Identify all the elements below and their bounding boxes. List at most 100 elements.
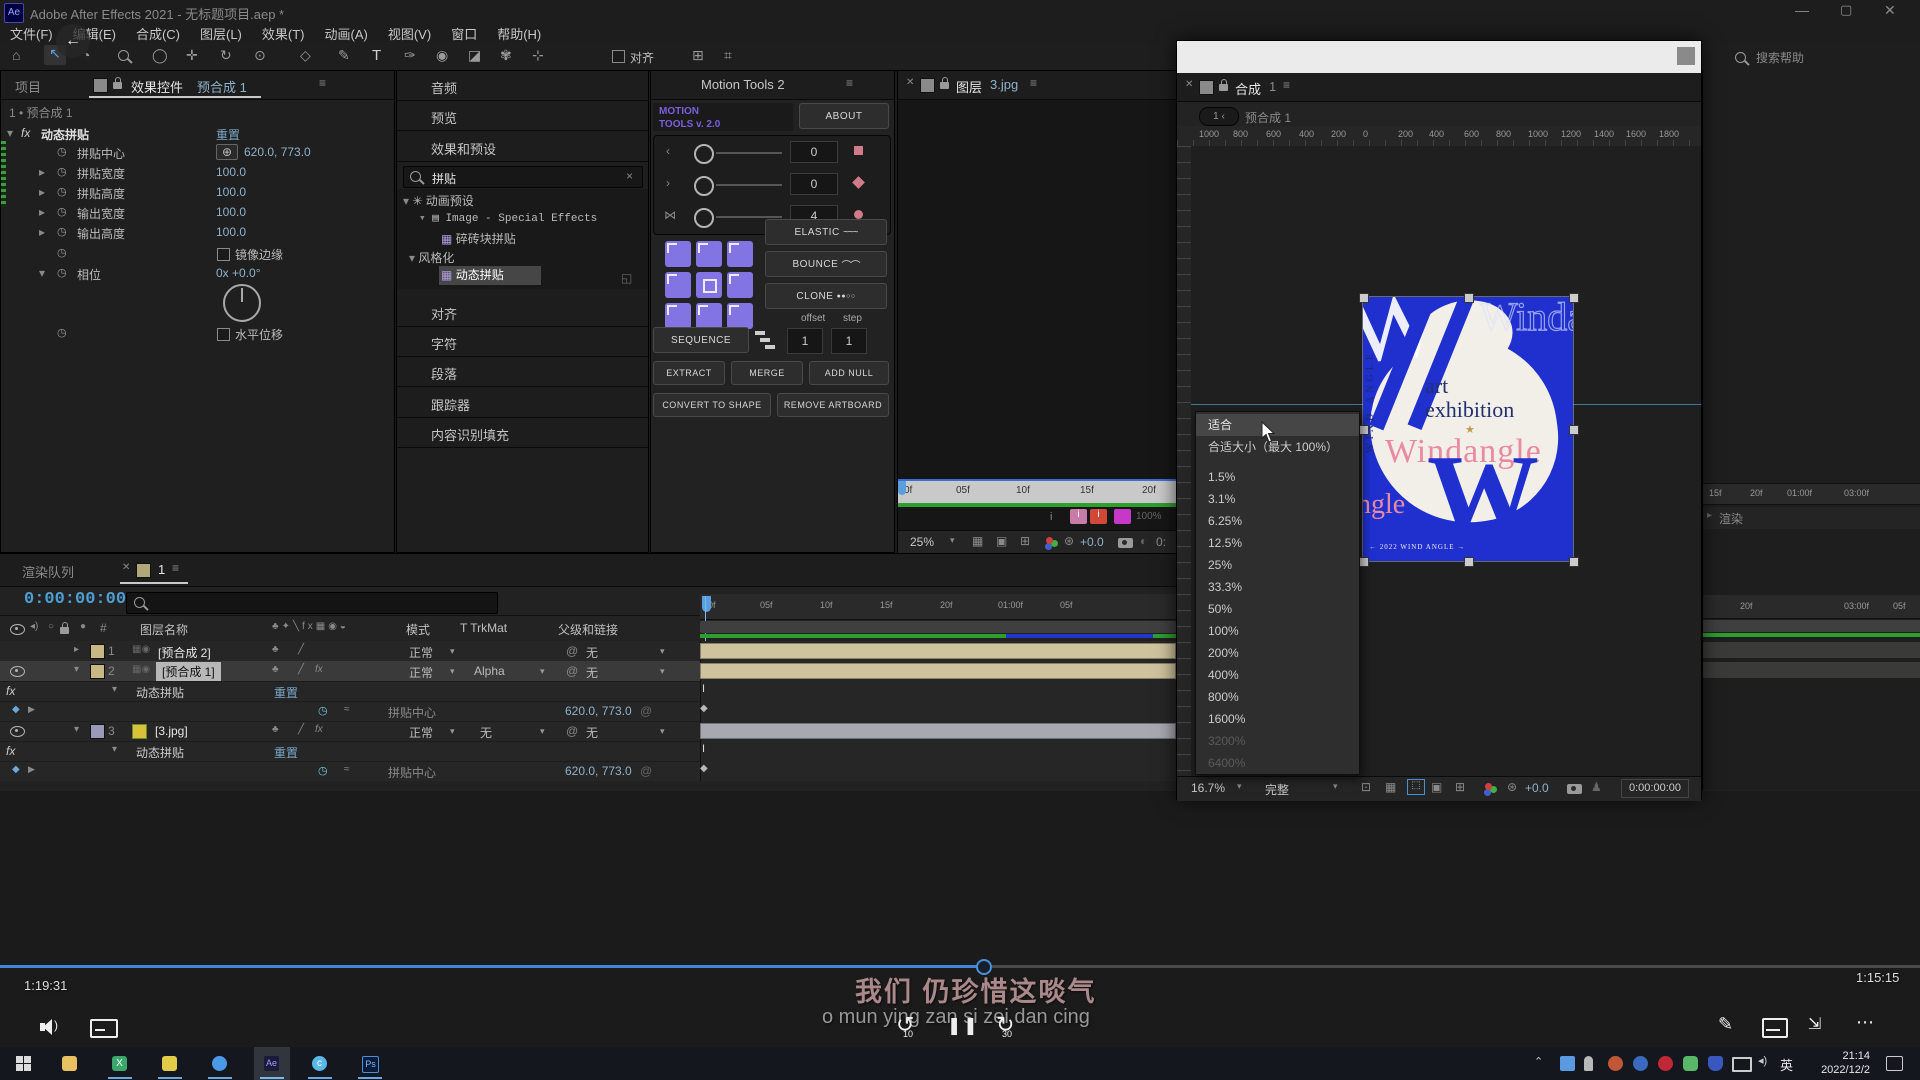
snap-checkbox[interactable] (612, 50, 625, 63)
quality-icon[interactable]: ♣ (272, 644, 279, 655)
zoom-menu-item[interactable]: 50% (1196, 598, 1359, 620)
label-swatch[interactable] (90, 644, 105, 659)
snapshot-camera-icon[interactable] (1567, 784, 1582, 794)
trkmat-column[interactable]: T TrkMat (460, 621, 507, 635)
proportional-grid-icon[interactable]: ⌗ (724, 47, 732, 64)
chevron-down-icon[interactable]: ▾ (660, 666, 665, 677)
transparency-grid-icon[interactable]: ▦ (1385, 780, 1396, 794)
extract-button[interactable]: EXTRACT (653, 361, 725, 385)
layer-name[interactable]: [预合成 2] (158, 644, 211, 661)
angle-dial[interactable] (223, 284, 261, 322)
mode-select[interactable]: 正常 (409, 664, 433, 681)
layer-row-2[interactable]: ▾ 2 ▦◉ [预合成 1] ♣ ╱ fx 正常 ▾ Alpha ▾ @ 无 ▾ (0, 661, 700, 682)
clone-button[interactable]: CLONE ●●○○ (765, 283, 887, 309)
tree-item-motion-tile[interactable]: ▦ 动态拼贴 (439, 266, 541, 285)
property-row[interactable]: ◆ ▶ ◷ ≈ 拼贴中心 620.0, 773.0 @ (0, 761, 700, 781)
effect-collapse-chevron[interactable]: ▾ (7, 126, 13, 140)
pause-button[interactable]: ❚❚ (947, 1016, 980, 1036)
zoom-menu-item[interactable]: 3.1% (1196, 488, 1359, 510)
hand-cursor-icon[interactable]: ⊡ (1361, 780, 1371, 794)
chevron-down-icon[interactable]: ▾ (1237, 781, 1242, 792)
parent-pickwhip-icon[interactable]: @ (566, 724, 578, 738)
channel-icon[interactable] (1046, 537, 1053, 544)
comp-breadcrumb[interactable]: 预合成 1 (1245, 109, 1291, 126)
zoom-menu-item[interactable]: 100% (1196, 620, 1359, 642)
wechat-tray-icon[interactable] (1683, 1056, 1698, 1071)
pan-tool-icon[interactable]: ✛ (186, 47, 198, 64)
eraser-tool-icon[interactable]: ◪ (468, 47, 481, 64)
tray-expand-icon[interactable]: ⌃ (1534, 1055, 1543, 1068)
exposure-value[interactable]: +0.0 (1080, 535, 1104, 549)
anchor-cell[interactable] (696, 241, 722, 267)
menu-window[interactable]: 窗口 (441, 24, 487, 43)
collapse-chevron[interactable]: ▾ (39, 266, 45, 280)
chevron-down-icon[interactable]: ▾ (540, 666, 545, 677)
parent-select[interactable]: 无 (586, 664, 598, 681)
rq-ruler[interactable]: 15f 20f 01:00f 03:00f (1703, 483, 1920, 505)
panel-menu-icon[interactable]: ≡ (1030, 76, 1037, 90)
chevron-down-icon[interactable]: ▾ (450, 666, 455, 677)
snapshot-camera-icon[interactable] (1118, 538, 1133, 548)
chevron-down-icon[interactable]: ▾ (540, 726, 545, 737)
panel-tracker[interactable]: 跟踪器 (397, 387, 648, 418)
channel-icon[interactable] (1485, 783, 1492, 790)
selection-handle[interactable] (1359, 425, 1369, 435)
chevron-down-icon[interactable]: ▾ (660, 726, 665, 737)
notification-center-icon[interactable] (1886, 1056, 1903, 1071)
selection-handle[interactable] (1569, 557, 1579, 567)
panel-menu-icon[interactable]: ≡ (846, 76, 853, 90)
photoshop-icon[interactable]: Ps (362, 1056, 379, 1073)
sequence-offset-field[interactable]: 1 (787, 328, 823, 354)
text-tool-icon[interactable]: T (372, 47, 381, 64)
slider-value-field[interactable]: 0 (790, 173, 838, 195)
edit-pencil-icon[interactable]: ✎ (1718, 1014, 1733, 1035)
stopwatch-icon[interactable]: ◷ (318, 704, 328, 717)
render-row[interactable]: ▸ 渲染 (1703, 507, 1920, 529)
best-quality-icon[interactable]: ╱ (298, 724, 304, 735)
slider-value-field[interactable]: 0 (790, 141, 838, 163)
microphone-tray-icon[interactable] (1584, 1056, 1593, 1071)
minimize-button[interactable]: — (1795, 2, 1809, 18)
stopwatch-icon[interactable]: ◷ (318, 764, 328, 777)
comp-zoom-select[interactable]: 16.7% (1191, 781, 1225, 795)
selection-handle[interactable] (1359, 293, 1369, 303)
chevron-down-icon[interactable]: ▾ (450, 726, 455, 737)
mask-toggle-icon[interactable]: ⬚ (1407, 779, 1425, 795)
expand-chevron[interactable]: ▸ (39, 185, 45, 199)
keyframe-marker[interactable]: ◆ (700, 763, 708, 774)
ease-slider[interactable] (694, 176, 714, 196)
parent-select[interactable]: 无 (586, 644, 598, 661)
effect-reset-link[interactable]: 重置 (274, 744, 298, 761)
tree-item-folder[interactable]: ▾ ▤ Image - Special Effects (419, 211, 597, 225)
chevron-down-icon[interactable]: ▾ (660, 646, 665, 657)
pen-tool-icon[interactable]: ✎ (338, 47, 350, 64)
stopwatch-icon[interactable]: ◷ (57, 326, 67, 339)
best-quality-icon[interactable]: ╱ (298, 664, 304, 675)
playlist-panel-icon[interactable] (1762, 1018, 1788, 1038)
comp-window-titlebar[interactable] (1177, 41, 1701, 73)
property-row[interactable]: ◆ ▶ ◷ ≈ 拼贴中心 620.0, 773.0 @ (0, 701, 700, 722)
stamp-tool-icon[interactable]: ◉ (436, 47, 448, 64)
brush-tool-icon[interactable]: ✑ (404, 47, 416, 64)
lock-icon[interactable] (1219, 84, 1228, 91)
thunder-tray-icon[interactable] (1633, 1056, 1648, 1071)
panel-preview[interactable]: 预览 (397, 101, 648, 131)
anchor-cell[interactable] (665, 272, 691, 298)
timeline-timecode[interactable]: 0:00:00:00 (24, 590, 126, 609)
keyframe-nav-next[interactable]: ▶ (28, 704, 35, 715)
selection-handle[interactable] (1464, 293, 1474, 303)
property-value[interactable]: 620.0, 773.0 (565, 764, 632, 778)
prop-value[interactable]: 100.0 (216, 165, 246, 179)
parent-pickwhip-icon[interactable]: @ (566, 664, 578, 678)
comp-resolution-select[interactable]: 完整 (1265, 781, 1289, 798)
zoom-menu-item[interactable]: 12.5% (1196, 532, 1359, 554)
merge-button[interactable]: MERGE (731, 361, 803, 385)
elastic-button[interactable]: ELASTIC ~~~ (765, 219, 887, 245)
stopwatch-icon[interactable]: ◷ (57, 185, 67, 198)
region-of-interest-icon[interactable]: ⊞ (1020, 534, 1030, 548)
ime-indicator[interactable]: 英 (1780, 1055, 1793, 1074)
layer-name[interactable]: [3.jpg] (155, 724, 188, 738)
layer-bar-1[interactable] (700, 643, 1176, 659)
panel-audio[interactable]: 音频 (397, 71, 648, 101)
grid-icon[interactable]: ⊞ (692, 47, 704, 64)
